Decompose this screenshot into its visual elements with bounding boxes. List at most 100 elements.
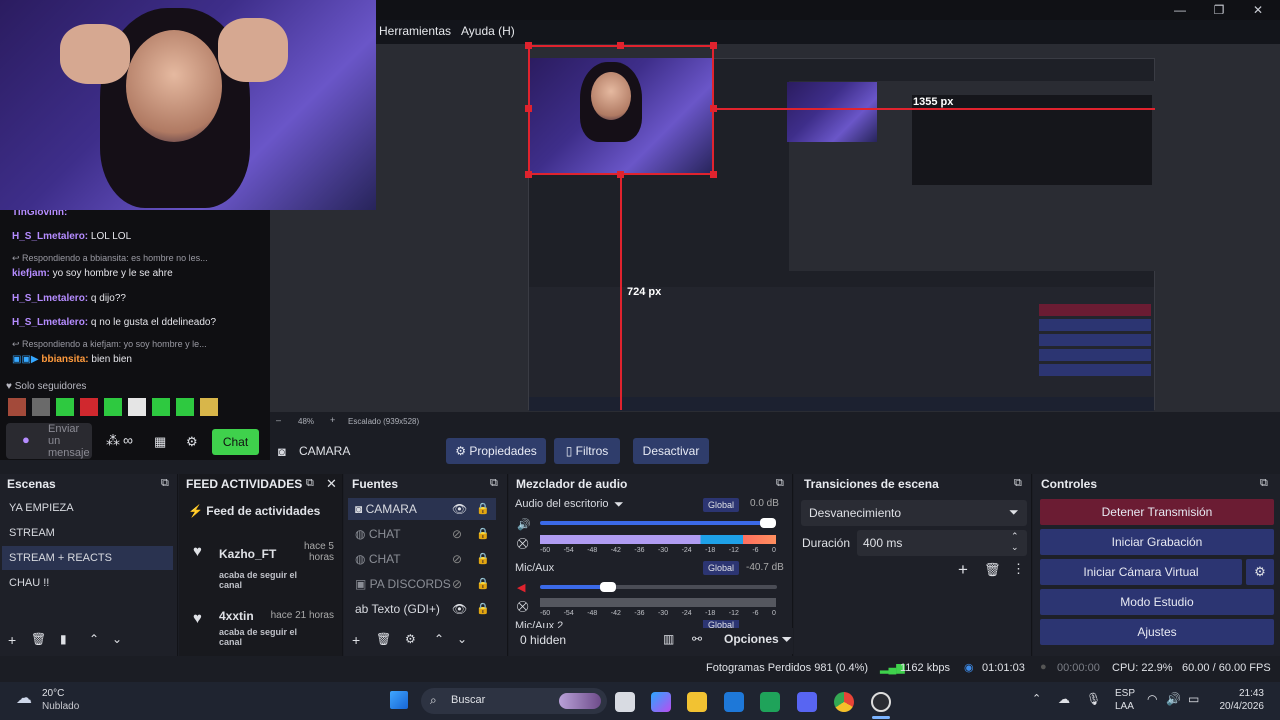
spin-up-icon[interactable]: ⌃	[1011, 531, 1019, 542]
channel-tag[interactable]: Global	[703, 620, 739, 628]
channel-tag[interactable]: Global	[703, 561, 739, 575]
chevron-up-icon[interactable]: ⌃	[1032, 692, 1041, 705]
source-item[interactable]: ◍ CHAT	[355, 552, 401, 566]
source-item[interactable]: ◍ CHAT	[355, 527, 401, 541]
add-icon[interactable]: +	[8, 632, 16, 648]
emote-row[interactable]	[8, 398, 240, 416]
filter-icon[interactable]: ▮	[60, 632, 67, 646]
studio-mode-button[interactable]: Modo Estudio	[1040, 589, 1274, 615]
chevron-down-icon[interactable]: ⏷	[614, 497, 624, 512]
mic-icon[interactable]: 🎙	[1086, 692, 1101, 706]
volume-handle[interactable]	[600, 582, 616, 592]
volume-handle[interactable]	[760, 518, 776, 528]
store-icon[interactable]	[724, 692, 744, 712]
source-item[interactable]: ◙ CAMARA	[355, 502, 417, 516]
undock-icon[interactable]: ⧉	[1014, 477, 1022, 490]
lock-icon[interactable]: 🔒	[476, 577, 490, 590]
lock-icon[interactable]: 🔒	[476, 552, 490, 565]
settings-dots-icon[interactable]: ⁂	[106, 432, 120, 449]
volume-icon[interactable]: 🔊	[1166, 692, 1181, 706]
zoom-in-icon[interactable]: +	[330, 415, 335, 425]
lock-icon[interactable]: 🔒	[476, 502, 490, 515]
undock-icon[interactable]: ⧉	[306, 477, 314, 490]
source-item[interactable]: ▣ PA DISCORDS	[355, 577, 451, 591]
task-view-icon[interactable]	[615, 692, 635, 712]
deactivate-button[interactable]: Desactivar	[633, 438, 709, 464]
channel-tag[interactable]: Global	[703, 498, 739, 512]
lock-icon[interactable]: 🔒	[476, 602, 490, 615]
zoom-out-icon[interactable]: –	[276, 415, 281, 425]
resize-handle[interactable]	[617, 42, 624, 49]
volume-slider-track[interactable]	[607, 585, 777, 589]
eye-icon[interactable]: 👁	[452, 602, 467, 616]
gear-icon[interactable]: ⚙	[186, 434, 198, 450]
minimize-icon[interactable]: —	[1160, 0, 1200, 20]
gear-icon[interactable]: ⚙	[405, 632, 416, 646]
up-icon[interactable]: ⌃	[434, 632, 444, 646]
wifi-icon[interactable]: ◠	[1147, 692, 1157, 706]
resize-handle[interactable]	[525, 105, 532, 112]
add-icon[interactable]: +	[352, 632, 360, 648]
resize-handle[interactable]	[525, 171, 532, 178]
trash-icon[interactable]: 🗑	[31, 632, 46, 646]
spin-down-icon[interactable]: ⌄	[1011, 542, 1019, 553]
battery-icon[interactable]: ▭	[1188, 692, 1199, 706]
cloud-icon[interactable]: ☁	[16, 688, 32, 708]
undock-icon[interactable]: ⧉	[776, 477, 784, 490]
infinity-icon[interactable]: ∞	[123, 432, 133, 448]
settings-button[interactable]: Ajustes	[1040, 619, 1274, 645]
lock-icon[interactable]: 🔒	[476, 527, 490, 540]
menu-tools[interactable]: Herramientas	[379, 24, 451, 38]
chrome-icon[interactable]	[834, 692, 854, 712]
scene-item[interactable]: CHAU !!	[9, 577, 49, 589]
menu-help[interactable]: Ayuda (H)	[461, 24, 515, 38]
link-icon[interactable]: ⚯	[692, 632, 702, 646]
undock-icon[interactable]: ⧉	[161, 477, 169, 490]
duration-input[interactable]: 400 ms ⌃ ⌄	[857, 530, 1027, 556]
down-icon[interactable]: ⌄	[112, 632, 122, 646]
trash-icon[interactable]: 🗑	[984, 562, 1001, 578]
store-icon[interactable]: ▦	[154, 434, 166, 450]
resize-handle[interactable]	[617, 171, 624, 178]
volume-slider[interactable]	[540, 521, 770, 525]
discord-icon[interactable]	[797, 692, 817, 712]
filters-button[interactable]: ▯ Filtros	[554, 438, 620, 464]
copilot-icon[interactable]	[651, 692, 671, 712]
gear-icon[interactable]: ⚙	[1246, 559, 1274, 585]
transition-select[interactable]: Desvanecimiento ⏷	[801, 500, 1027, 526]
options-button[interactable]: Opciones ⏷	[724, 632, 792, 647]
start-recording-button[interactable]: Iniciar Grabación	[1040, 529, 1274, 555]
up-icon[interactable]: ⌃	[89, 632, 99, 646]
resize-handle[interactable]	[710, 171, 717, 178]
eye-icon[interactable]: 👁	[452, 502, 467, 516]
layout-icon[interactable]: ▥	[663, 632, 674, 646]
clock-time[interactable]: 21:43	[1228, 688, 1264, 699]
stop-stream-button[interactable]: Detener Transmisión	[1040, 499, 1274, 525]
eye-hidden-icon[interactable]: ⊘	[452, 552, 462, 566]
muted-speaker-icon[interactable]: ◀	[517, 581, 525, 594]
scene-item[interactable]: STREAM + REACTS	[9, 552, 112, 564]
add-icon[interactable]: +	[958, 560, 968, 580]
speaker-icon[interactable]: 🔊	[517, 518, 531, 531]
obs-icon[interactable]	[871, 692, 891, 712]
weather-desc[interactable]: Nublado	[42, 701, 79, 712]
source-item[interactable]: ab Texto (GDI+)	[355, 602, 440, 616]
weather-temp[interactable]: 20°C	[42, 688, 64, 699]
taskbar-search[interactable]: ⌕ Buscar	[421, 688, 607, 714]
eye-hidden-icon[interactable]: ⊘	[452, 577, 462, 591]
selection-box[interactable]	[528, 45, 714, 175]
chat-send-button[interactable]: Chat	[212, 429, 259, 455]
virtual-camera-button[interactable]: Iniciar Cámara Virtual	[1040, 559, 1242, 585]
windows-start-icon[interactable]	[390, 691, 408, 709]
down-icon[interactable]: ⌄	[457, 632, 467, 646]
spreadsheet-icon[interactable]	[760, 692, 780, 712]
resize-handle[interactable]	[525, 42, 532, 49]
file-explorer-icon[interactable]	[687, 692, 707, 712]
clock-date[interactable]: 20/4/2026	[1208, 701, 1265, 712]
resize-handle[interactable]	[710, 42, 717, 49]
scene-item[interactable]: STREAM	[9, 527, 55, 539]
scene-item[interactable]: YA EMPIEZA	[9, 502, 74, 514]
resize-handle[interactable]	[710, 105, 717, 112]
trash-icon[interactable]: 🗑	[376, 632, 391, 646]
language-layout[interactable]: LAA	[1115, 701, 1134, 712]
